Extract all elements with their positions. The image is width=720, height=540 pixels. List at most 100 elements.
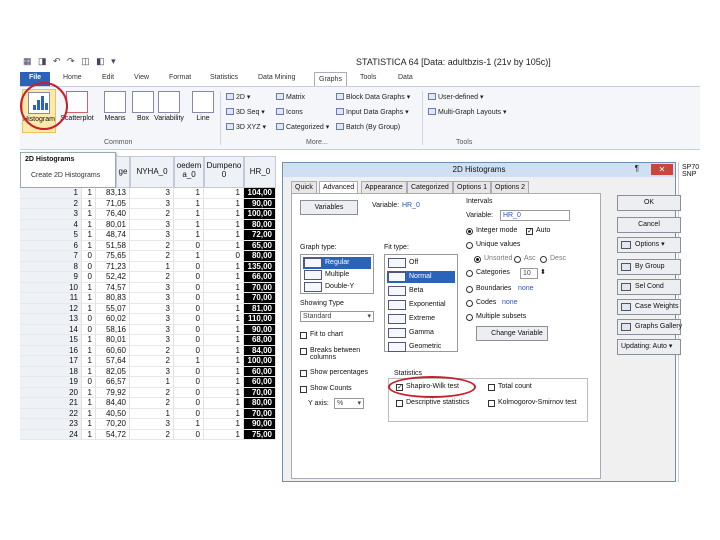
- table-cell[interactable]: 0: [174, 345, 204, 356]
- table-cell[interactable]: 1: [82, 293, 96, 304]
- multiple-subsets-radio[interactable]: [466, 314, 473, 321]
- y-axis-select[interactable]: % ▾: [334, 398, 364, 409]
- table-cell[interactable]: 2: [130, 356, 174, 367]
- row-number[interactable]: 14: [20, 324, 82, 335]
- categories-radio[interactable]: [466, 270, 473, 277]
- table-cell[interactable]: 1: [82, 387, 96, 398]
- row-number[interactable]: 21: [20, 398, 82, 409]
- tab-options-2[interactable]: Options 2: [491, 181, 529, 193]
- table-cell[interactable]: 1: [204, 314, 244, 325]
- table-cell[interactable]: 60,00: [244, 366, 276, 377]
- table-cell[interactable]: 1: [204, 261, 244, 272]
- table-cell[interactable]: 1: [82, 419, 96, 430]
- table-cell[interactable]: 1: [82, 219, 96, 230]
- table-cell[interactable]: 1: [82, 398, 96, 409]
- table-cell[interactable]: 80,00: [244, 251, 276, 262]
- table-cell[interactable]: 1: [82, 240, 96, 251]
- table-cell[interactable]: 80,00: [244, 219, 276, 230]
- table-cell[interactable]: 1: [204, 209, 244, 220]
- show-percentages-checkbox[interactable]: [300, 370, 307, 377]
- table-cell[interactable]: 60,60: [96, 345, 130, 356]
- table-cell[interactable]: 55,07: [96, 303, 130, 314]
- table-cell[interactable]: 1: [204, 366, 244, 377]
- table-cell[interactable]: 40,50: [96, 408, 130, 419]
- table-cell[interactable]: 0: [174, 398, 204, 409]
- table-cell[interactable]: 70,00: [244, 293, 276, 304]
- table-cell[interactable]: 76,40: [96, 209, 130, 220]
- input-data-graphs-menu[interactable]: Input Data Graphs ▾: [336, 108, 409, 116]
- tab-data-mining[interactable]: Data Mining: [258, 74, 295, 81]
- table-cell[interactable]: 0: [174, 377, 204, 388]
- table-cell[interactable]: 84,00: [244, 345, 276, 356]
- table-cell[interactable]: 0: [204, 251, 244, 262]
- table-cell[interactable]: 1: [130, 261, 174, 272]
- show-counts-checkbox[interactable]: [300, 386, 307, 393]
- table-cell[interactable]: 84,40: [96, 398, 130, 409]
- table-cell[interactable]: 0: [174, 261, 204, 272]
- table-cell[interactable]: 70,00: [244, 408, 276, 419]
- table-cell[interactable]: 1: [174, 188, 204, 199]
- table-cell[interactable]: 1: [82, 188, 96, 199]
- fit-type-geometric[interactable]: Geometric: [387, 341, 455, 352]
- table-cell[interactable]: 71,23: [96, 261, 130, 272]
- row-number[interactable]: 15: [20, 335, 82, 346]
- graph-type-multiple[interactable]: Multiple: [303, 269, 371, 281]
- fit-type-extreme[interactable]: Extreme: [387, 313, 455, 325]
- table-cell[interactable]: 0: [174, 272, 204, 283]
- integer-mode-radio[interactable]: [466, 228, 473, 235]
- table-cell[interactable]: 75,00: [244, 429, 276, 440]
- unique-values-radio[interactable]: [466, 242, 473, 249]
- table-cell[interactable]: 2: [130, 240, 174, 251]
- row-number[interactable]: 18: [20, 366, 82, 377]
- variables-button[interactable]: Variables: [300, 200, 358, 215]
- showing-type-select[interactable]: Standard ▾: [300, 311, 374, 322]
- table-cell[interactable]: 3: [130, 314, 174, 325]
- table-cell[interactable]: 0: [82, 272, 96, 283]
- tab-quick[interactable]: Quick: [291, 181, 317, 193]
- table-cell[interactable]: 104,00: [244, 188, 276, 199]
- table-cell[interactable]: 2: [130, 209, 174, 220]
- row-number[interactable]: 19: [20, 377, 82, 388]
- table-cell[interactable]: 1: [204, 377, 244, 388]
- boundaries-radio[interactable]: [466, 286, 473, 293]
- table-cell[interactable]: 1: [204, 293, 244, 304]
- fit-type-gamma[interactable]: Gamma: [387, 327, 455, 339]
- intervals-variable-field[interactable]: HR_0: [500, 210, 570, 221]
- tab-graphs[interactable]: Graphs: [314, 72, 347, 86]
- block-data-graphs-menu[interactable]: Block Data Graphs ▾: [336, 93, 410, 101]
- table-cell[interactable]: 1: [82, 198, 96, 209]
- table-cell[interactable]: 75,65: [96, 251, 130, 262]
- table-cell[interactable]: 1: [204, 272, 244, 283]
- fit-type-beta[interactable]: Beta: [387, 285, 455, 297]
- table-cell[interactable]: 1: [174, 356, 204, 367]
- updating-auto-button[interactable]: Updating: Auto ▾: [617, 339, 681, 355]
- table-cell[interactable]: 90,00: [244, 198, 276, 209]
- table-cell[interactable]: 0: [82, 261, 96, 272]
- column-header-oedema[interactable]: oedem a_0: [174, 156, 204, 188]
- table-cell[interactable]: 0: [82, 251, 96, 262]
- table-cell[interactable]: 1: [130, 408, 174, 419]
- table-cell[interactable]: 70,00: [244, 387, 276, 398]
- table-cell[interactable]: 1: [204, 398, 244, 409]
- graph-3d-seq-menu[interactable]: 3D Seq ▾: [226, 108, 265, 116]
- change-variable-button[interactable]: Change Variable: [476, 326, 548, 341]
- tab-home[interactable]: Home: [63, 74, 82, 81]
- column-header-hr[interactable]: HR_0: [244, 156, 276, 188]
- cancel-button[interactable]: Cancel: [617, 217, 681, 233]
- line-button[interactable]: Line: [186, 89, 220, 133]
- table-cell[interactable]: 1: [82, 282, 96, 293]
- table-cell[interactable]: 70,00: [244, 282, 276, 293]
- row-number[interactable]: 3: [20, 209, 82, 220]
- table-cell[interactable]: 3: [130, 419, 174, 430]
- table-cell[interactable]: 1: [130, 377, 174, 388]
- spinner-icon[interactable]: ⬍: [540, 268, 546, 276]
- tab-edit[interactable]: Edit: [102, 74, 114, 81]
- row-number[interactable]: 9: [20, 272, 82, 283]
- table-cell[interactable]: 1: [204, 240, 244, 251]
- fit-type-list[interactable]: Off Normal Beta Exponential Extreme Gamm…: [384, 254, 458, 352]
- table-cell[interactable]: 60,00: [244, 377, 276, 388]
- pin-icon[interactable]: ¶: [635, 164, 639, 173]
- sel-cond-button[interactable]: Sel Cond: [617, 279, 681, 295]
- table-cell[interactable]: 1: [174, 419, 204, 430]
- options-button[interactable]: Options ▾: [617, 237, 681, 253]
